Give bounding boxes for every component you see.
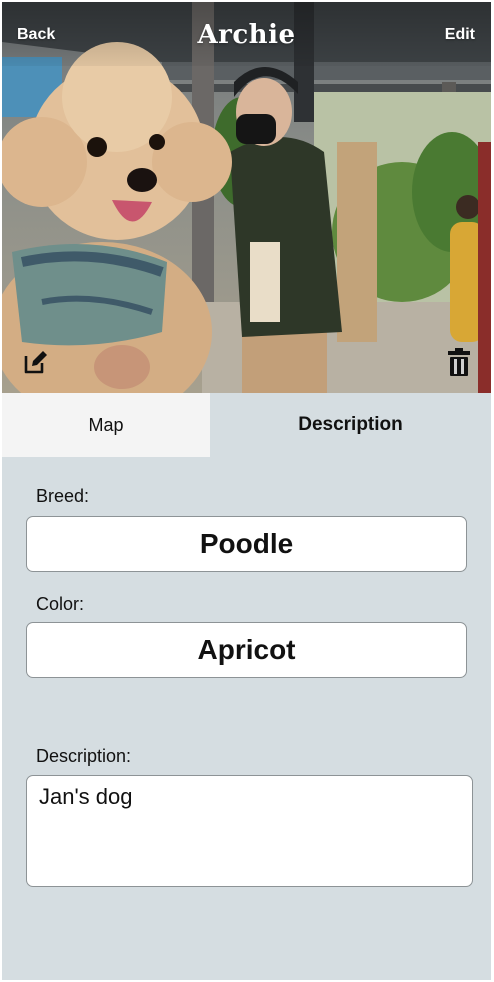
- trash-icon[interactable]: [446, 347, 472, 377]
- color-field[interactable]: Apricot: [26, 622, 467, 678]
- tab-bar: Map Description: [2, 393, 491, 457]
- breed-label: Breed:: [36, 486, 90, 506]
- edit-square-icon[interactable]: [22, 348, 50, 376]
- breed-field[interactable]: Poodle: [26, 516, 467, 572]
- tab-description[interactable]: Description: [210, 393, 491, 457]
- color-label: Color:: [36, 594, 85, 614]
- description-field[interactable]: Jan's dog: [26, 775, 473, 887]
- description-label: Description:: [36, 746, 132, 766]
- pet-photo: Back Archie Edit: [2, 2, 491, 393]
- edit-button[interactable]: Edit: [445, 26, 475, 44]
- tab-map[interactable]: Map: [2, 393, 210, 457]
- top-bar: Back Archie Edit: [2, 2, 491, 66]
- page-title: Archie: [197, 20, 296, 50]
- app-frame: Back Archie Edit Map Description Breed: …: [2, 2, 491, 980]
